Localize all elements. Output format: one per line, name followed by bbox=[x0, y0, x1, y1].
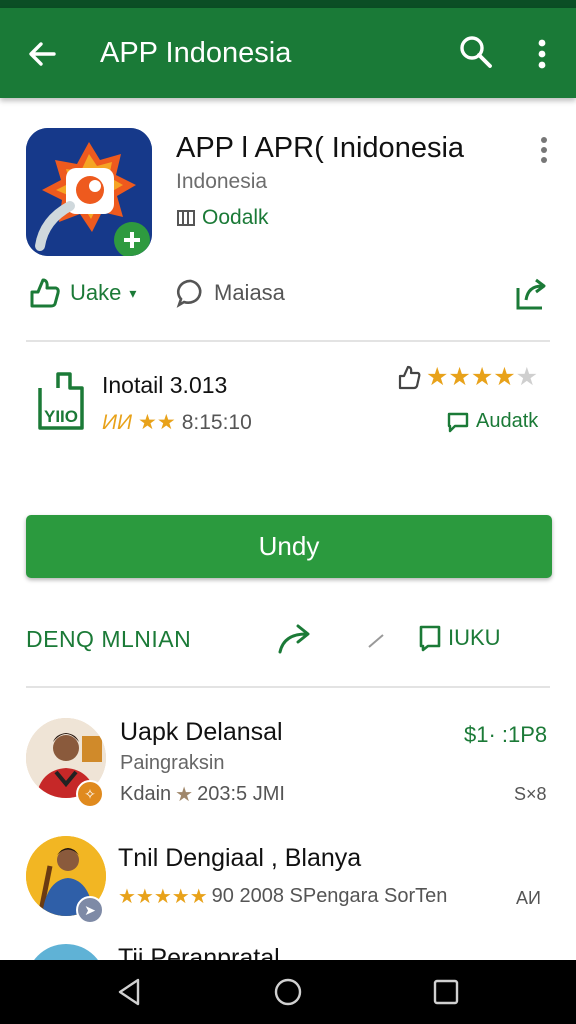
message-action[interactable]: Maiasa bbox=[176, 276, 285, 310]
app-tag: Oodalk bbox=[176, 206, 269, 230]
rating-stars: ★★★★★ bbox=[426, 363, 539, 391]
section-action-label: IUKU bbox=[448, 625, 501, 650]
list-item-tail: AИ bbox=[516, 888, 541, 908]
section-action[interactable]: IUKU bbox=[418, 624, 501, 652]
search-icon[interactable] bbox=[456, 32, 496, 72]
list-item-subtitle: Paingraksin bbox=[120, 752, 225, 774]
audit-label: Audatk bbox=[476, 410, 539, 432]
badge-icon: ➤ bbox=[76, 896, 104, 924]
list-item-tail: S×8 bbox=[514, 784, 547, 804]
user-rating[interactable]: ★★★★★ bbox=[396, 362, 538, 392]
more-vert-icon[interactable] bbox=[532, 134, 556, 166]
install-info-title: Inotail 3.013 bbox=[102, 372, 228, 398]
app-tag-label: Oodalk bbox=[202, 206, 269, 229]
app-icon bbox=[26, 128, 152, 256]
app-name: APP l APR( Inidonesia bbox=[176, 132, 465, 164]
like-action[interactable]: Uake ▾ bbox=[26, 276, 136, 310]
section-title: DENQ MLNIAN bbox=[26, 626, 192, 652]
install-info-rating: ИИ ★★ 8:15:10 bbox=[102, 410, 252, 435]
like-label: Uake bbox=[70, 280, 122, 305]
share-arrow-icon[interactable] bbox=[276, 620, 316, 656]
system-nav-bar bbox=[0, 960, 576, 1024]
app-bar-title: APP Indonesia bbox=[100, 37, 292, 69]
install-button[interactable]: Undy bbox=[26, 515, 552, 578]
list-item-meta-value: 90 2008 SPengara SorTen bbox=[211, 885, 448, 907]
app-bar: APP Indonesia bbox=[0, 8, 576, 98]
recents-icon[interactable] bbox=[430, 976, 462, 1008]
category-icon bbox=[177, 210, 195, 226]
list-item-name[interactable]: Tnil Dengiaal , Blanya bbox=[118, 844, 361, 873]
rating-prefix: ИИ bbox=[102, 410, 133, 434]
rating-value: 8:15:10 bbox=[181, 410, 252, 434]
audit-link[interactable]: Audatk bbox=[446, 410, 538, 433]
back-arrow-icon[interactable] bbox=[22, 34, 62, 74]
star-icon: ★★ bbox=[138, 411, 176, 434]
more-vert-icon[interactable] bbox=[526, 34, 558, 74]
back-icon[interactable] bbox=[114, 976, 146, 1008]
star-icon: ★ bbox=[175, 784, 194, 806]
list-item-price: $1· :1P8 bbox=[464, 722, 548, 747]
screen: APP Indonesia APP l APR( Inidonesia Indo… bbox=[0, 0, 576, 1024]
chevron-down-icon: ▾ bbox=[129, 284, 137, 301]
list-item-meta-value: 203:5 JMI bbox=[197, 783, 285, 805]
chat-icon bbox=[447, 412, 469, 432]
share-icon[interactable] bbox=[512, 274, 552, 314]
message-label: Maiasa bbox=[214, 280, 285, 305]
rating-stars: ★★★★★ bbox=[118, 886, 208, 908]
list-item-meta-label: Kdain bbox=[120, 783, 172, 805]
divider bbox=[26, 340, 550, 342]
badge-icon: ✧ bbox=[76, 780, 104, 808]
divider bbox=[26, 686, 550, 688]
list-item-meta: ★★★★★ 90 2008 SPengara SorTen bbox=[118, 884, 447, 909]
home-icon[interactable] bbox=[272, 976, 304, 1008]
thumb-icon bbox=[398, 365, 421, 390]
app-developer[interactable]: Indonesia bbox=[176, 170, 267, 194]
status-bar bbox=[0, 0, 576, 8]
bookmark-icon bbox=[419, 625, 441, 652]
chat-icon bbox=[176, 279, 202, 308]
divider-slash-icon bbox=[368, 634, 384, 648]
app-badge-icon: YIIO bbox=[38, 372, 84, 430]
list-item-name[interactable]: Uapk Delansal bbox=[120, 718, 283, 747]
like-icon bbox=[30, 278, 60, 308]
svg-text:YIIO: YIIO bbox=[44, 407, 78, 426]
list-item-meta: Kdain ★ 203:5 JMI bbox=[120, 782, 285, 807]
